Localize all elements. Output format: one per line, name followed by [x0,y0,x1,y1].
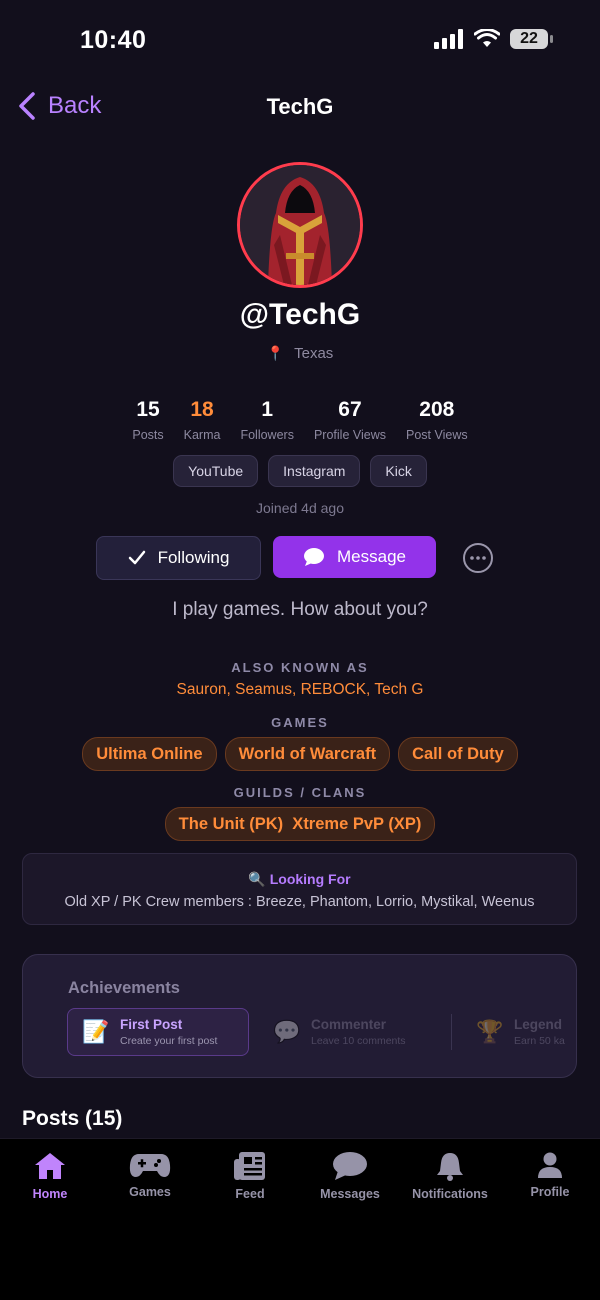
posts-section-title: Posts (15) [22,1107,123,1130]
memo-icon: 📝 [82,1019,110,1044]
magnifier-icon: 🔍 [248,871,266,887]
stat-label: Posts [132,428,164,442]
achievements-row[interactable]: 📝 First Post Create your first post 💬 Co… [67,1008,576,1056]
stat-karma[interactable]: 18 Karma [184,398,221,442]
guilds-label: GUILDS / CLANS [233,785,367,800]
tab-label: Notifications [412,1187,488,1201]
battery-icon: 22 [510,29,553,49]
tab-messages[interactable]: Messages [300,1151,400,1201]
stat-label: Profile Views [313,428,386,442]
guilds-list: The Unit (PK) Xtreme PvP (XP) [0,807,600,841]
location-text: Texas [294,345,334,362]
status-icons: 22 [434,29,553,49]
stat-profile-views: 67 Profile Views [314,398,386,442]
achievement-name: Legend [514,1017,563,1032]
bottom-tab-bar: Home Games Feed Messages Notifications P… [0,1138,600,1300]
map-pin-icon: 📍 [266,345,285,361]
games-list: Ultima Online World of Warcraft Call of … [0,737,600,771]
achievement-divider [451,1014,452,1050]
tab-label: Feed [235,1187,265,1201]
achievement-name: First Post [120,1017,183,1032]
message-label: Message [337,547,406,566]
tab-home[interactable]: Home [0,1151,100,1201]
social-links: YouTube Instagram Kick [0,455,600,487]
status-bar: 10:40 22 [0,0,600,82]
stat-value: 208 [419,398,455,421]
following-button[interactable]: Following [96,536,261,580]
profile-actions: Following Message [0,536,600,580]
aka-label: ALSO KNOWN AS [231,660,369,675]
tab-games[interactable]: Games [100,1151,200,1199]
achievement-commenter[interactable]: 💬 Commenter Leave 10 comments [259,1008,441,1056]
following-label: Following [157,548,230,567]
checkmark-icon [128,550,145,565]
stat-post-views: 208 Post Views [406,398,468,442]
gamepad-icon [129,1154,171,1177]
stat-value: 18 [190,398,214,421]
hooded-figure-avatar [240,165,360,285]
tab-label: Home [32,1187,68,1201]
achievement-first-post[interactable]: 📝 First Post Create your first post [67,1008,249,1056]
ellipsis-icon [470,556,486,560]
achievement-name: Commenter [311,1017,387,1032]
tab-profile[interactable]: Profile [500,1151,600,1199]
newspaper-icon [234,1152,265,1180]
looking-for-text: Old XP / PK Crew members : Breeze, Phant… [64,894,535,910]
page-title: TechG [266,94,334,119]
home-icon [35,1153,65,1179]
wifi-icon [474,29,500,47]
tab-label: Games [129,1185,171,1199]
status-time: 10:40 [80,26,147,54]
tab-label: Messages [320,1187,380,1201]
stat-posts[interactable]: 15 Posts [132,398,163,442]
tab-notifications[interactable]: Notifications [400,1151,500,1201]
bell-icon [437,1153,463,1181]
games-label: GAMES [271,715,329,730]
looking-for-card: 🔍 Looking For Old XP / PK Crew members :… [22,853,577,925]
game-tag[interactable]: Call of Duty [398,737,518,771]
joined-date: Joined 4d ago [256,500,344,516]
social-youtube-link[interactable]: YouTube [173,455,259,487]
achievement-desc: Earn 50 ka [514,1035,565,1047]
stat-label: Karma [183,428,221,442]
user-icon [538,1152,562,1178]
stat-value: 1 [261,398,274,421]
stat-value: 67 [338,398,362,421]
signal-icon [434,29,463,49]
profile-bio: I play games. How about you? [172,599,428,620]
achievements-card: Achievements 📝 First Post Create your fi… [22,954,577,1078]
achievement-desc: Leave 10 comments [311,1035,406,1047]
chat-bubble-icon [304,548,324,566]
game-tag[interactable]: Ultima Online [82,737,217,771]
profile-stats: 15 Posts 18 Karma 1 Followers 67 Profile… [0,398,600,442]
aka-names: Sauron, Seamus, REBOCK, Tech G [176,681,424,698]
looking-for-title: 🔍 Looking For [23,871,576,888]
stat-followers[interactable]: 1 Followers [240,398,294,442]
speech-bubble-icon: 💬 [273,1019,301,1044]
more-options-button[interactable] [463,543,493,573]
tab-label: Profile [530,1185,570,1199]
tab-feed[interactable]: Feed [200,1151,300,1201]
stat-label: Followers [240,428,294,442]
social-kick-link[interactable]: Kick [370,455,427,487]
avatar[interactable] [237,162,363,288]
trophy-icon: 🏆 [476,1019,504,1044]
looking-for-title-text: Looking For [269,871,351,887]
game-tag[interactable]: World of Warcraft [224,737,391,771]
nav-bar: Back TechG [0,82,600,130]
achievement-legend[interactable]: 🏆 Legend Earn 50 ka [462,1008,576,1056]
profile-location: 📍 Texas [0,345,600,362]
message-button[interactable]: Message [273,536,436,578]
chat-bubble-icon [333,1152,367,1180]
social-instagram-link[interactable]: Instagram [268,455,361,487]
stat-label: Post Views [406,428,468,442]
stat-value: 15 [136,398,160,421]
guild-tag[interactable]: The Unit (PK) Xtreme PvP (XP) [164,807,436,841]
profile-handle: @TechG [239,298,361,331]
achievement-desc: Create your first post [120,1035,218,1047]
achievements-title: Achievements [68,979,180,997]
